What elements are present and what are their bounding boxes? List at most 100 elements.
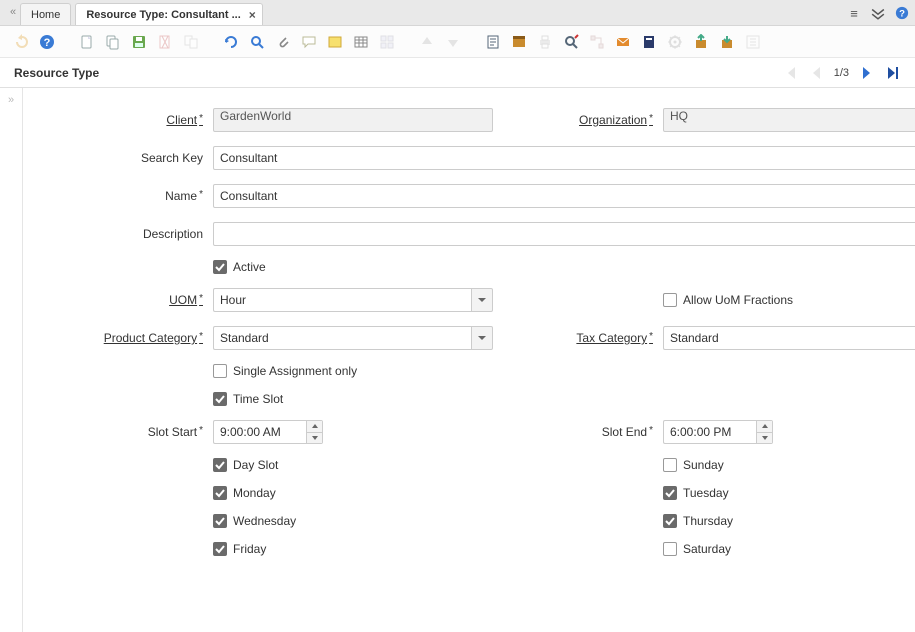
- undo-icon: [10, 31, 32, 53]
- tax-category-combo[interactable]: [663, 326, 915, 350]
- uom-dropdown-icon[interactable]: [471, 288, 493, 312]
- day-slot-label: Day Slot: [233, 458, 278, 472]
- sunday-checkbox[interactable]: Sunday: [663, 458, 915, 472]
- tab-strip: « Home Resource Type: Consultant ... × ≡…: [0, 0, 915, 26]
- label-slot-end: Slot End: [503, 425, 653, 439]
- save-icon[interactable]: [128, 31, 150, 53]
- slot-start-down-icon[interactable]: [307, 433, 322, 444]
- slot-end-spinner[interactable]: [663, 420, 773, 444]
- uom-input[interactable]: [213, 288, 471, 312]
- nav-last-icon[interactable]: [885, 65, 901, 81]
- delete-icon: [154, 31, 176, 53]
- archive-icon[interactable]: [508, 31, 530, 53]
- export-icon[interactable]: [690, 31, 712, 53]
- process-icon: [664, 31, 686, 53]
- uom-combo[interactable]: [213, 288, 493, 312]
- sidebar-collapse-handle[interactable]: »: [0, 88, 22, 632]
- slot-start-input[interactable]: [213, 420, 306, 444]
- friday-label: Friday: [233, 542, 266, 556]
- attachment-icon[interactable]: [272, 31, 294, 53]
- help-icon[interactable]: ?: [895, 6, 909, 20]
- thursday-label: Thursday: [683, 514, 733, 528]
- wednesday-label: Wednesday: [233, 514, 296, 528]
- toolbar: ?: [0, 26, 915, 58]
- find-icon[interactable]: [246, 31, 268, 53]
- allow-fractions-label: Allow UoM Fractions: [683, 293, 793, 307]
- name-input[interactable]: [213, 184, 915, 208]
- time-slot-label: Time Slot: [233, 392, 283, 406]
- print-icon: [534, 31, 556, 53]
- new-icon[interactable]: [76, 31, 98, 53]
- copy-icon[interactable]: [102, 31, 124, 53]
- slot-start-up-icon[interactable]: [307, 421, 322, 433]
- import-icon[interactable]: [716, 31, 738, 53]
- slot-end-up-icon[interactable]: [757, 421, 772, 433]
- chat-icon[interactable]: [298, 31, 320, 53]
- saturday-label: Saturday: [683, 542, 731, 556]
- nav-prev-icon: [808, 65, 824, 81]
- single-assignment-checkbox[interactable]: Single Assignment only: [213, 364, 493, 378]
- client-field: GardenWorld: [213, 108, 493, 132]
- slot-start-spinner[interactable]: [213, 420, 323, 444]
- product-category-dropdown-icon[interactable]: [471, 326, 493, 350]
- tab-resource-type[interactable]: Resource Type: Consultant ... ×: [75, 3, 262, 25]
- zoom-across-icon[interactable]: [560, 31, 582, 53]
- refresh-icon[interactable]: [220, 31, 242, 53]
- label-organization: Organization: [503, 113, 653, 127]
- tabstrip-scroll-left-icon: «: [6, 0, 20, 25]
- single-assignment-label: Single Assignment only: [233, 364, 357, 378]
- slot-end-input[interactable]: [663, 420, 756, 444]
- tuesday-checkbox[interactable]: Tuesday: [663, 486, 915, 500]
- request-icon[interactable]: [612, 31, 634, 53]
- product-info-icon[interactable]: [638, 31, 660, 53]
- page-header: Resource Type 1/3: [0, 58, 915, 88]
- monday-label: Monday: [233, 486, 276, 500]
- report-icon[interactable]: [482, 31, 504, 53]
- record-counter: 1/3: [834, 67, 849, 79]
- thursday-checkbox[interactable]: Thursday: [663, 514, 915, 528]
- allow-fractions-checkbox[interactable]: Allow UoM Fractions: [663, 293, 915, 307]
- wednesday-checkbox[interactable]: Wednesday: [213, 514, 493, 528]
- search-key-input[interactable]: [213, 146, 915, 170]
- organization-field: HQ: [663, 108, 915, 132]
- label-product-category: Product Category: [63, 331, 203, 345]
- parent-icon: [416, 31, 438, 53]
- svg-text:?: ?: [899, 9, 905, 20]
- day-slot-checkbox[interactable]: Day Slot: [213, 458, 493, 472]
- customize-icon: [742, 31, 764, 53]
- svg-text:?: ?: [44, 37, 51, 49]
- toolbar-help-icon[interactable]: ?: [36, 31, 58, 53]
- multi-icon: [376, 31, 398, 53]
- ignore-icon: [180, 31, 202, 53]
- tab-close-icon[interactable]: ×: [249, 9, 256, 21]
- label-name: Name: [63, 189, 203, 203]
- monday-checkbox[interactable]: Monday: [213, 486, 493, 500]
- description-input[interactable]: [213, 222, 915, 246]
- slot-end-down-icon[interactable]: [757, 433, 772, 444]
- active-label: Active: [233, 260, 266, 274]
- tab-resource-type-label: Resource Type: Consultant ...: [86, 9, 240, 21]
- tuesday-label: Tuesday: [683, 486, 729, 500]
- label-uom: UOM: [63, 293, 203, 307]
- nav-first-icon: [782, 65, 798, 81]
- time-slot-checkbox[interactable]: Time Slot: [213, 392, 493, 406]
- page-title: Resource Type: [14, 66, 99, 80]
- label-tax-category: Tax Category: [503, 331, 653, 345]
- friday-checkbox[interactable]: Friday: [213, 542, 493, 556]
- label-client: Client: [63, 113, 203, 127]
- product-category-combo[interactable]: [213, 326, 493, 350]
- note-icon[interactable]: [324, 31, 346, 53]
- grid-toggle-icon[interactable]: [350, 31, 372, 53]
- sunday-label: Sunday: [683, 458, 724, 472]
- form-body: Client GardenWorld Organization HQ Searc…: [22, 88, 915, 632]
- label-description: Description: [63, 227, 203, 241]
- nav-next-icon[interactable]: [859, 65, 875, 81]
- tab-home[interactable]: Home: [20, 3, 71, 25]
- saturday-checkbox[interactable]: Saturday: [663, 542, 915, 556]
- tax-category-input[interactable]: [663, 326, 915, 350]
- product-category-input[interactable]: [213, 326, 471, 350]
- active-checkbox[interactable]: Active: [213, 260, 493, 274]
- menu-icon[interactable]: ≡: [847, 6, 861, 20]
- expand-down-icon[interactable]: [871, 6, 885, 20]
- label-slot-start: Slot Start: [63, 425, 203, 439]
